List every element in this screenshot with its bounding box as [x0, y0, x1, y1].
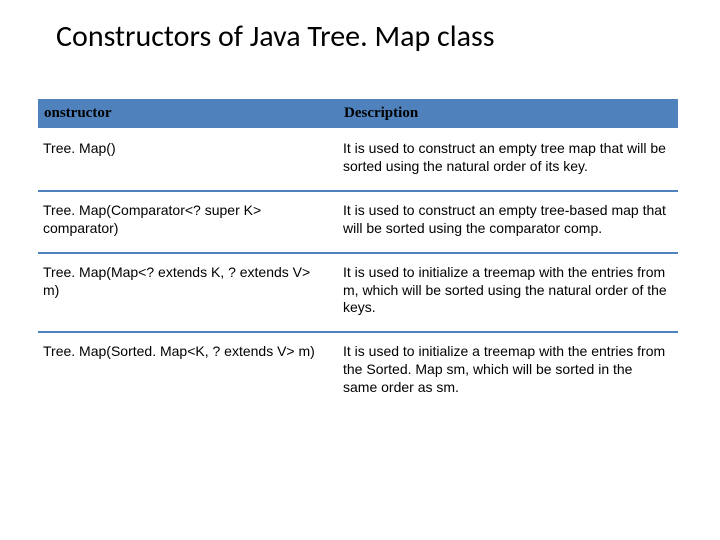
- desc-cell: It is used to initialize a treemap with …: [338, 253, 678, 333]
- table-header-row: onstructor Description: [38, 99, 678, 129]
- ctor-cell: Tree. Map(Comparator<? super K> comparat…: [38, 191, 338, 253]
- desc-cell: It is used to initialize a treemap with …: [338, 332, 678, 411]
- table-row: Tree. Map() It is used to construct an e…: [38, 129, 678, 191]
- page-title: Constructors of Java Tree. Map class: [0, 0, 720, 55]
- table-row: Tree. Map(Map<? extends K, ? extends V> …: [38, 253, 678, 333]
- table-row: Tree. Map(Comparator<? super K> comparat…: [38, 191, 678, 253]
- ctor-cell: Tree. Map(Map<? extends K, ? extends V> …: [38, 253, 338, 333]
- header-description: Description: [338, 99, 678, 129]
- table-row: Tree. Map(Sorted. Map<K, ? extends V> m)…: [38, 332, 678, 411]
- desc-cell: It is used to construct an empty tree-ba…: [338, 191, 678, 253]
- ctor-cell: Tree. Map(): [38, 129, 338, 191]
- ctor-cell: Tree. Map(Sorted. Map<K, ? extends V> m): [38, 332, 338, 411]
- desc-cell: It is used to construct an empty tree ma…: [338, 129, 678, 191]
- constructors-table: onstructor Description Tree. Map() It is…: [38, 99, 678, 411]
- header-constructor: onstructor: [38, 99, 338, 129]
